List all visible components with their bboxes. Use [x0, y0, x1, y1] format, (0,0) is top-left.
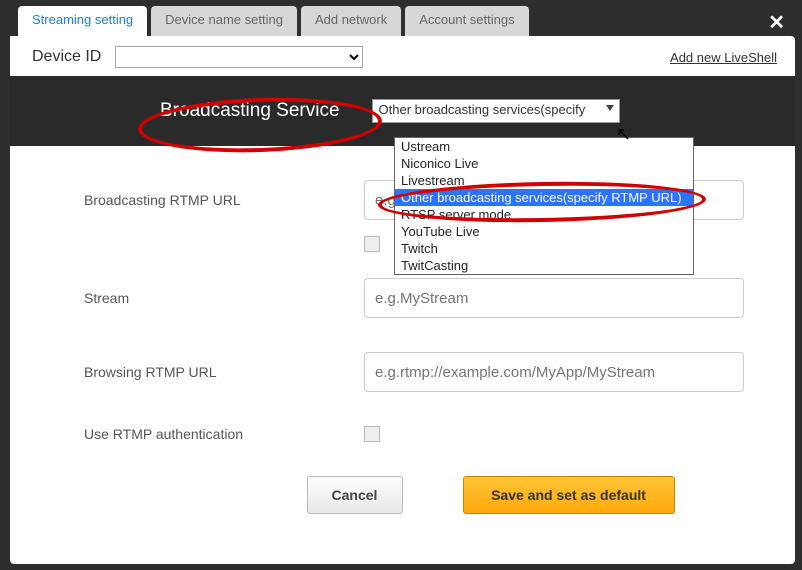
- broadcasting-service-label: Broadcasting Service: [160, 100, 340, 122]
- browsing-rtmp-url-label: Browsing RTMP URL: [84, 364, 364, 380]
- use-rtmp-auth-checkbox[interactable]: [364, 426, 380, 442]
- broadcasting-service-dropdown[interactable]: UstreamNiconico LiveLivestreamOther broa…: [394, 137, 694, 275]
- browsing-rtmp-url-input[interactable]: [364, 352, 744, 392]
- broadcasting-rtmp-url-label: Broadcasting RTMP URL: [84, 192, 364, 208]
- broadcast-option[interactable]: Livestream: [395, 172, 693, 189]
- tab-bar: Streaming setting Device name setting Ad…: [10, 6, 795, 36]
- save-default-button[interactable]: Save and set as default: [463, 476, 675, 514]
- broadcasting-service-select[interactable]: Other broadcasting services(specify: [372, 99, 620, 123]
- tab-device-name-setting[interactable]: Device name setting: [151, 6, 297, 36]
- broadcast-option[interactable]: RTSP server mode: [395, 206, 693, 223]
- broadcasting-service-band: Broadcasting Service Other broadcasting …: [10, 76, 795, 146]
- device-id-select[interactable]: [115, 46, 363, 68]
- device-id-label: Device ID: [32, 48, 101, 66]
- broadcast-option[interactable]: Ustream: [395, 138, 693, 155]
- broadcast-option[interactable]: Twitch: [395, 240, 693, 257]
- stream-input[interactable]: [364, 278, 744, 318]
- broadcast-option[interactable]: Niconico Live: [395, 155, 693, 172]
- cancel-button[interactable]: Cancel: [307, 476, 403, 514]
- broadcast-option[interactable]: TwitCasting: [395, 257, 693, 274]
- broadcast-option[interactable]: YouTube Live: [395, 223, 693, 240]
- settings-panel: Device ID Add new LiveShell Broadcasting…: [10, 36, 795, 564]
- tab-account-settings[interactable]: Account settings: [405, 6, 528, 36]
- tab-add-network[interactable]: Add network: [301, 6, 401, 36]
- stream-label: Stream: [84, 290, 364, 306]
- add-new-liveshell-link[interactable]: Add new LiveShell: [670, 50, 777, 65]
- use-rtmp-auth-label: Use RTMP authentication: [84, 426, 364, 442]
- tab-streaming-setting[interactable]: Streaming setting: [18, 6, 147, 36]
- unnamed-checkbox[interactable]: [364, 236, 380, 252]
- broadcast-option[interactable]: Other broadcasting services(specify RTMP…: [395, 189, 693, 206]
